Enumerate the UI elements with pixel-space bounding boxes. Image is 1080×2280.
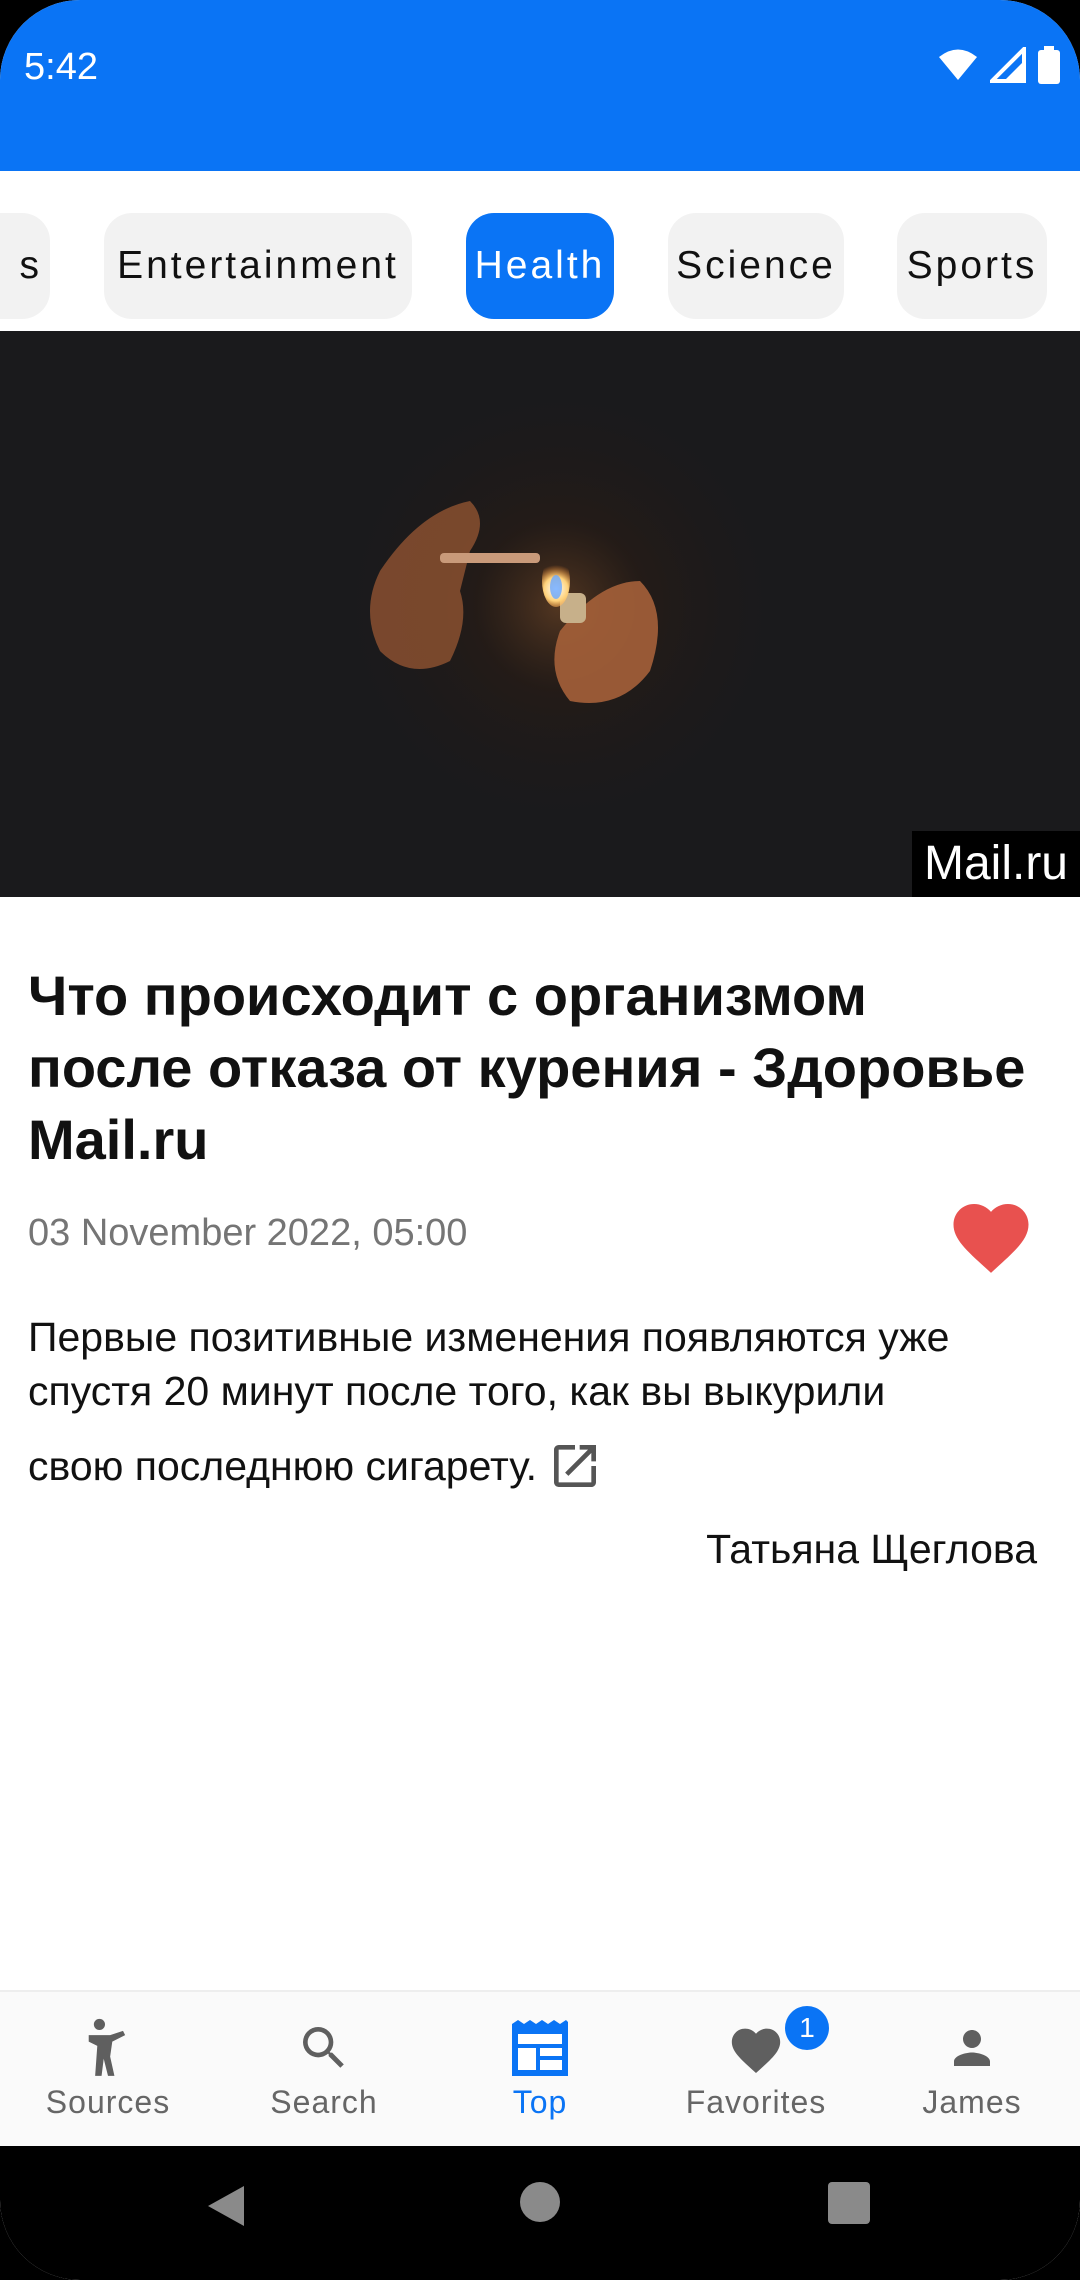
signal-icon (990, 47, 1026, 83)
bottom-navigation: Sources Search Top 1 Favorites James (0, 1990, 1080, 2148)
image-credit: Mail.ru (911, 831, 1080, 897)
nav-icon-wrap (82, 2018, 134, 2078)
chip-label: Science (676, 244, 836, 287)
battery-icon (1038, 46, 1060, 84)
chip-label: Entertainment (117, 244, 399, 287)
heart-icon (731, 2028, 781, 2074)
nav-label: Sources (45, 2084, 171, 2120)
chip-health[interactable]: Health (466, 213, 614, 319)
chip-label: s (19, 244, 42, 287)
nav-label: Top (512, 2084, 568, 2120)
recents-icon[interactable] (828, 2182, 870, 2224)
nav-search[interactable]: Search (216, 1992, 432, 2148)
nav-sources[interactable]: Sources (0, 1992, 216, 2148)
system-navigation-bar (0, 2146, 1080, 2280)
heart-icon[interactable] (946, 1192, 1036, 1276)
favorites-badge: 1 (785, 2006, 829, 2050)
article-date: 03 November 2022, 05:00 (28, 1212, 468, 1254)
nav-label: James (922, 2084, 1022, 2120)
nav-icon-wrap (945, 2018, 999, 2078)
article-summary: Первые позитивные изменения появляются у… (28, 1310, 1058, 1494)
home-icon[interactable] (520, 2182, 560, 2222)
nav-label: Favorites (685, 2084, 827, 2120)
status-bar: 5:42 (0, 0, 1080, 171)
status-time: 5:42 (24, 46, 98, 88)
nav-favorites[interactable]: 1 Favorites (648, 1992, 864, 2148)
person-icon (88, 2018, 126, 2076)
newspaper-icon (512, 2020, 568, 2076)
back-icon[interactable] (204, 2182, 248, 2230)
chip-label: Health (474, 244, 606, 287)
summary-line: свою последнюю сигарету. (28, 1443, 538, 1489)
nav-icon-wrap (296, 2018, 352, 2078)
article-title: Что происходит с организмом после отказа… (28, 964, 1026, 1171)
chip-partial[interactable]: s (0, 213, 50, 319)
nav-icon-wrap (510, 2018, 570, 2078)
nav-top[interactable]: Top (432, 1992, 648, 2148)
category-tabs: s Entertainment Health Science Sports (0, 171, 1080, 331)
chip-entertainment[interactable]: Entertainment (104, 213, 412, 319)
open-in-new-icon[interactable] (547, 1438, 603, 1494)
status-icons (938, 46, 1060, 84)
summary-line: спустя 20 минут после того, как вы выкур… (28, 1368, 886, 1414)
chip-science[interactable]: Science (668, 213, 844, 319)
summary-line-with-link: свою последнюю сигарету. (28, 1438, 1058, 1494)
article-image[interactable]: Mail.ru (0, 331, 1080, 897)
article-author: Татьяна Щеглова (706, 1526, 1037, 1572)
account-icon (954, 2030, 990, 2066)
nav-label: Search (270, 2084, 378, 2120)
search-icon (303, 2027, 344, 2068)
nav-icon-wrap: 1 (727, 2006, 829, 2078)
chip-label: Sports (906, 244, 1038, 287)
nav-account[interactable]: James (864, 1992, 1080, 2148)
wifi-icon (939, 49, 977, 80)
article-photo (0, 331, 1080, 897)
chip-sports[interactable]: Sports (897, 213, 1047, 319)
summary-line: Первые позитивные изменения появляются у… (28, 1314, 950, 1360)
app-screen: 5:42 s Entertainment Health Science Spor… (0, 0, 1080, 2280)
